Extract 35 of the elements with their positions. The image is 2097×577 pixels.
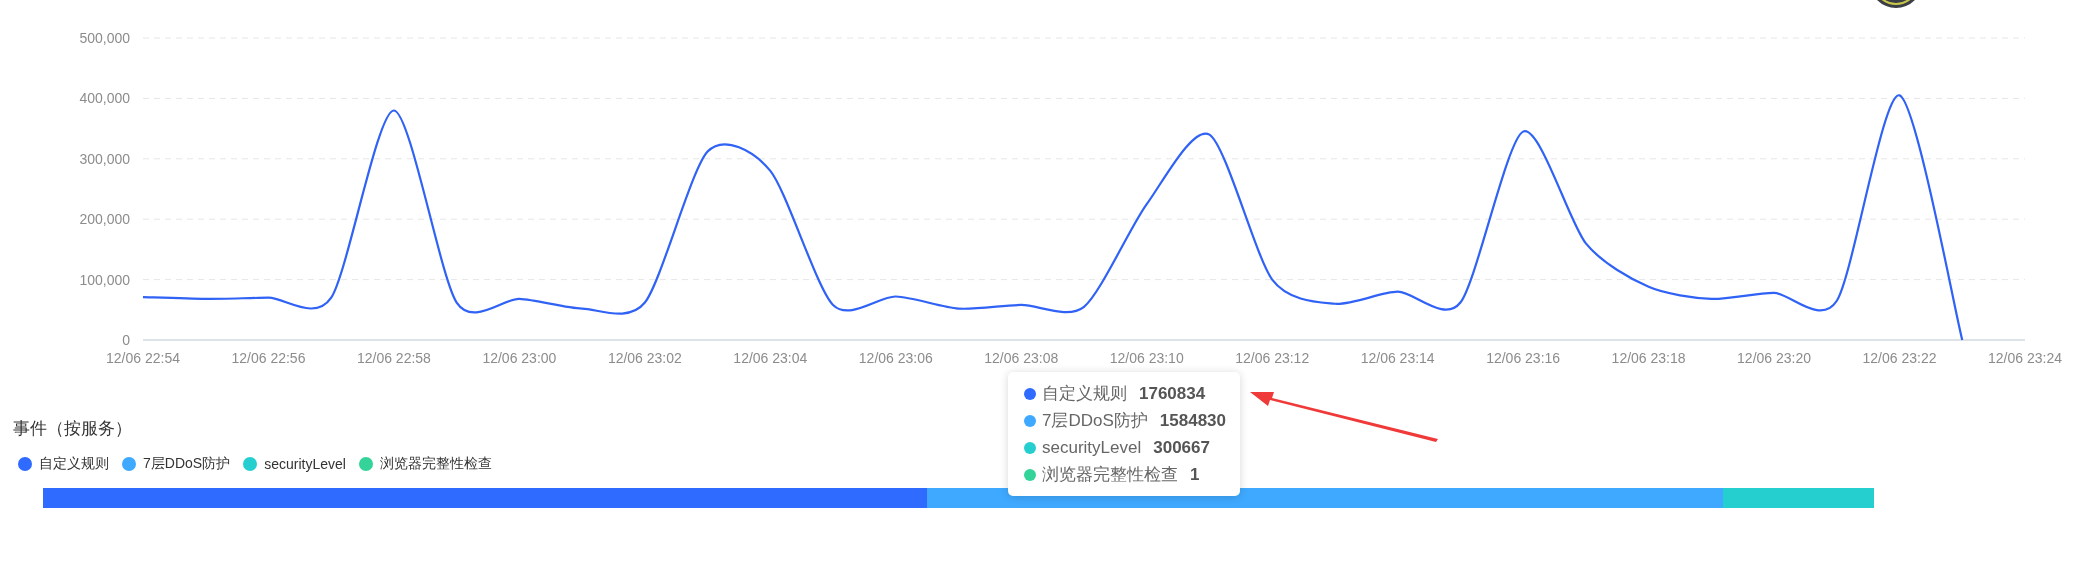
x-axis-label: 12/06 23:24 xyxy=(1988,350,2062,366)
x-axis-label: 12/06 23:10 xyxy=(1109,350,1184,366)
x-axis-label: 12/06 23:18 xyxy=(1611,350,1686,366)
x-axis-label: 12/06 23:12 xyxy=(1235,350,1310,366)
x-axis-label: 12/06 23:08 xyxy=(984,350,1059,366)
series-name: 7层DDoS防护 xyxy=(1042,410,1148,432)
legend-item[interactable]: securityLevel xyxy=(243,455,346,473)
x-axis-label: 12/06 22:58 xyxy=(356,350,431,366)
x-axis-label: 12/06 23:16 xyxy=(1486,350,1561,366)
x-axis-label: 12/06 23:00 xyxy=(482,350,557,366)
x-axis-label: 12/06 23:22 xyxy=(1862,350,1937,366)
series-value: 1584830 xyxy=(1159,410,1226,431)
series-value: 1760834 xyxy=(1139,383,1206,404)
x-axis-label: 12/06 23:20 xyxy=(1737,350,1812,366)
x-axis-label: 12/06 23:02 xyxy=(607,350,682,366)
legend-item[interactable]: 自定义规则 xyxy=(18,455,109,473)
legend-item[interactable]: 浏览器完整性检查 xyxy=(358,455,492,473)
x-axis-label: 12/06 23:04 xyxy=(733,350,808,366)
series-name: 浏览器完整性检查 xyxy=(1042,464,1178,486)
y-axis-label: 0 xyxy=(122,332,130,348)
x-axis-label: 12/06 22:54 xyxy=(106,350,180,366)
series-value: 300667 xyxy=(1153,437,1210,458)
series-value: 1 xyxy=(1190,464,1200,485)
y-axis-label: 100,000 xyxy=(79,271,130,288)
y-axis-label: 400,000 xyxy=(79,90,130,107)
x-axis-label: 12/06 22:56 xyxy=(231,350,306,366)
legend-item[interactable]: 7层DDoS防护 xyxy=(122,455,231,473)
y-axis-label: 500,000 xyxy=(79,30,130,46)
series-name: securityLevel xyxy=(1042,437,1142,458)
y-axis-label: 300,000 xyxy=(79,150,130,167)
x-axis-label: 12/06 23:06 xyxy=(858,350,933,366)
y-axis-label: 200,000 xyxy=(79,211,130,228)
series-name: 自定义规则 xyxy=(1042,383,1127,405)
x-axis-label: 12/06 23:14 xyxy=(1360,350,1435,366)
section-title: 事件（按服务） xyxy=(13,418,132,440)
